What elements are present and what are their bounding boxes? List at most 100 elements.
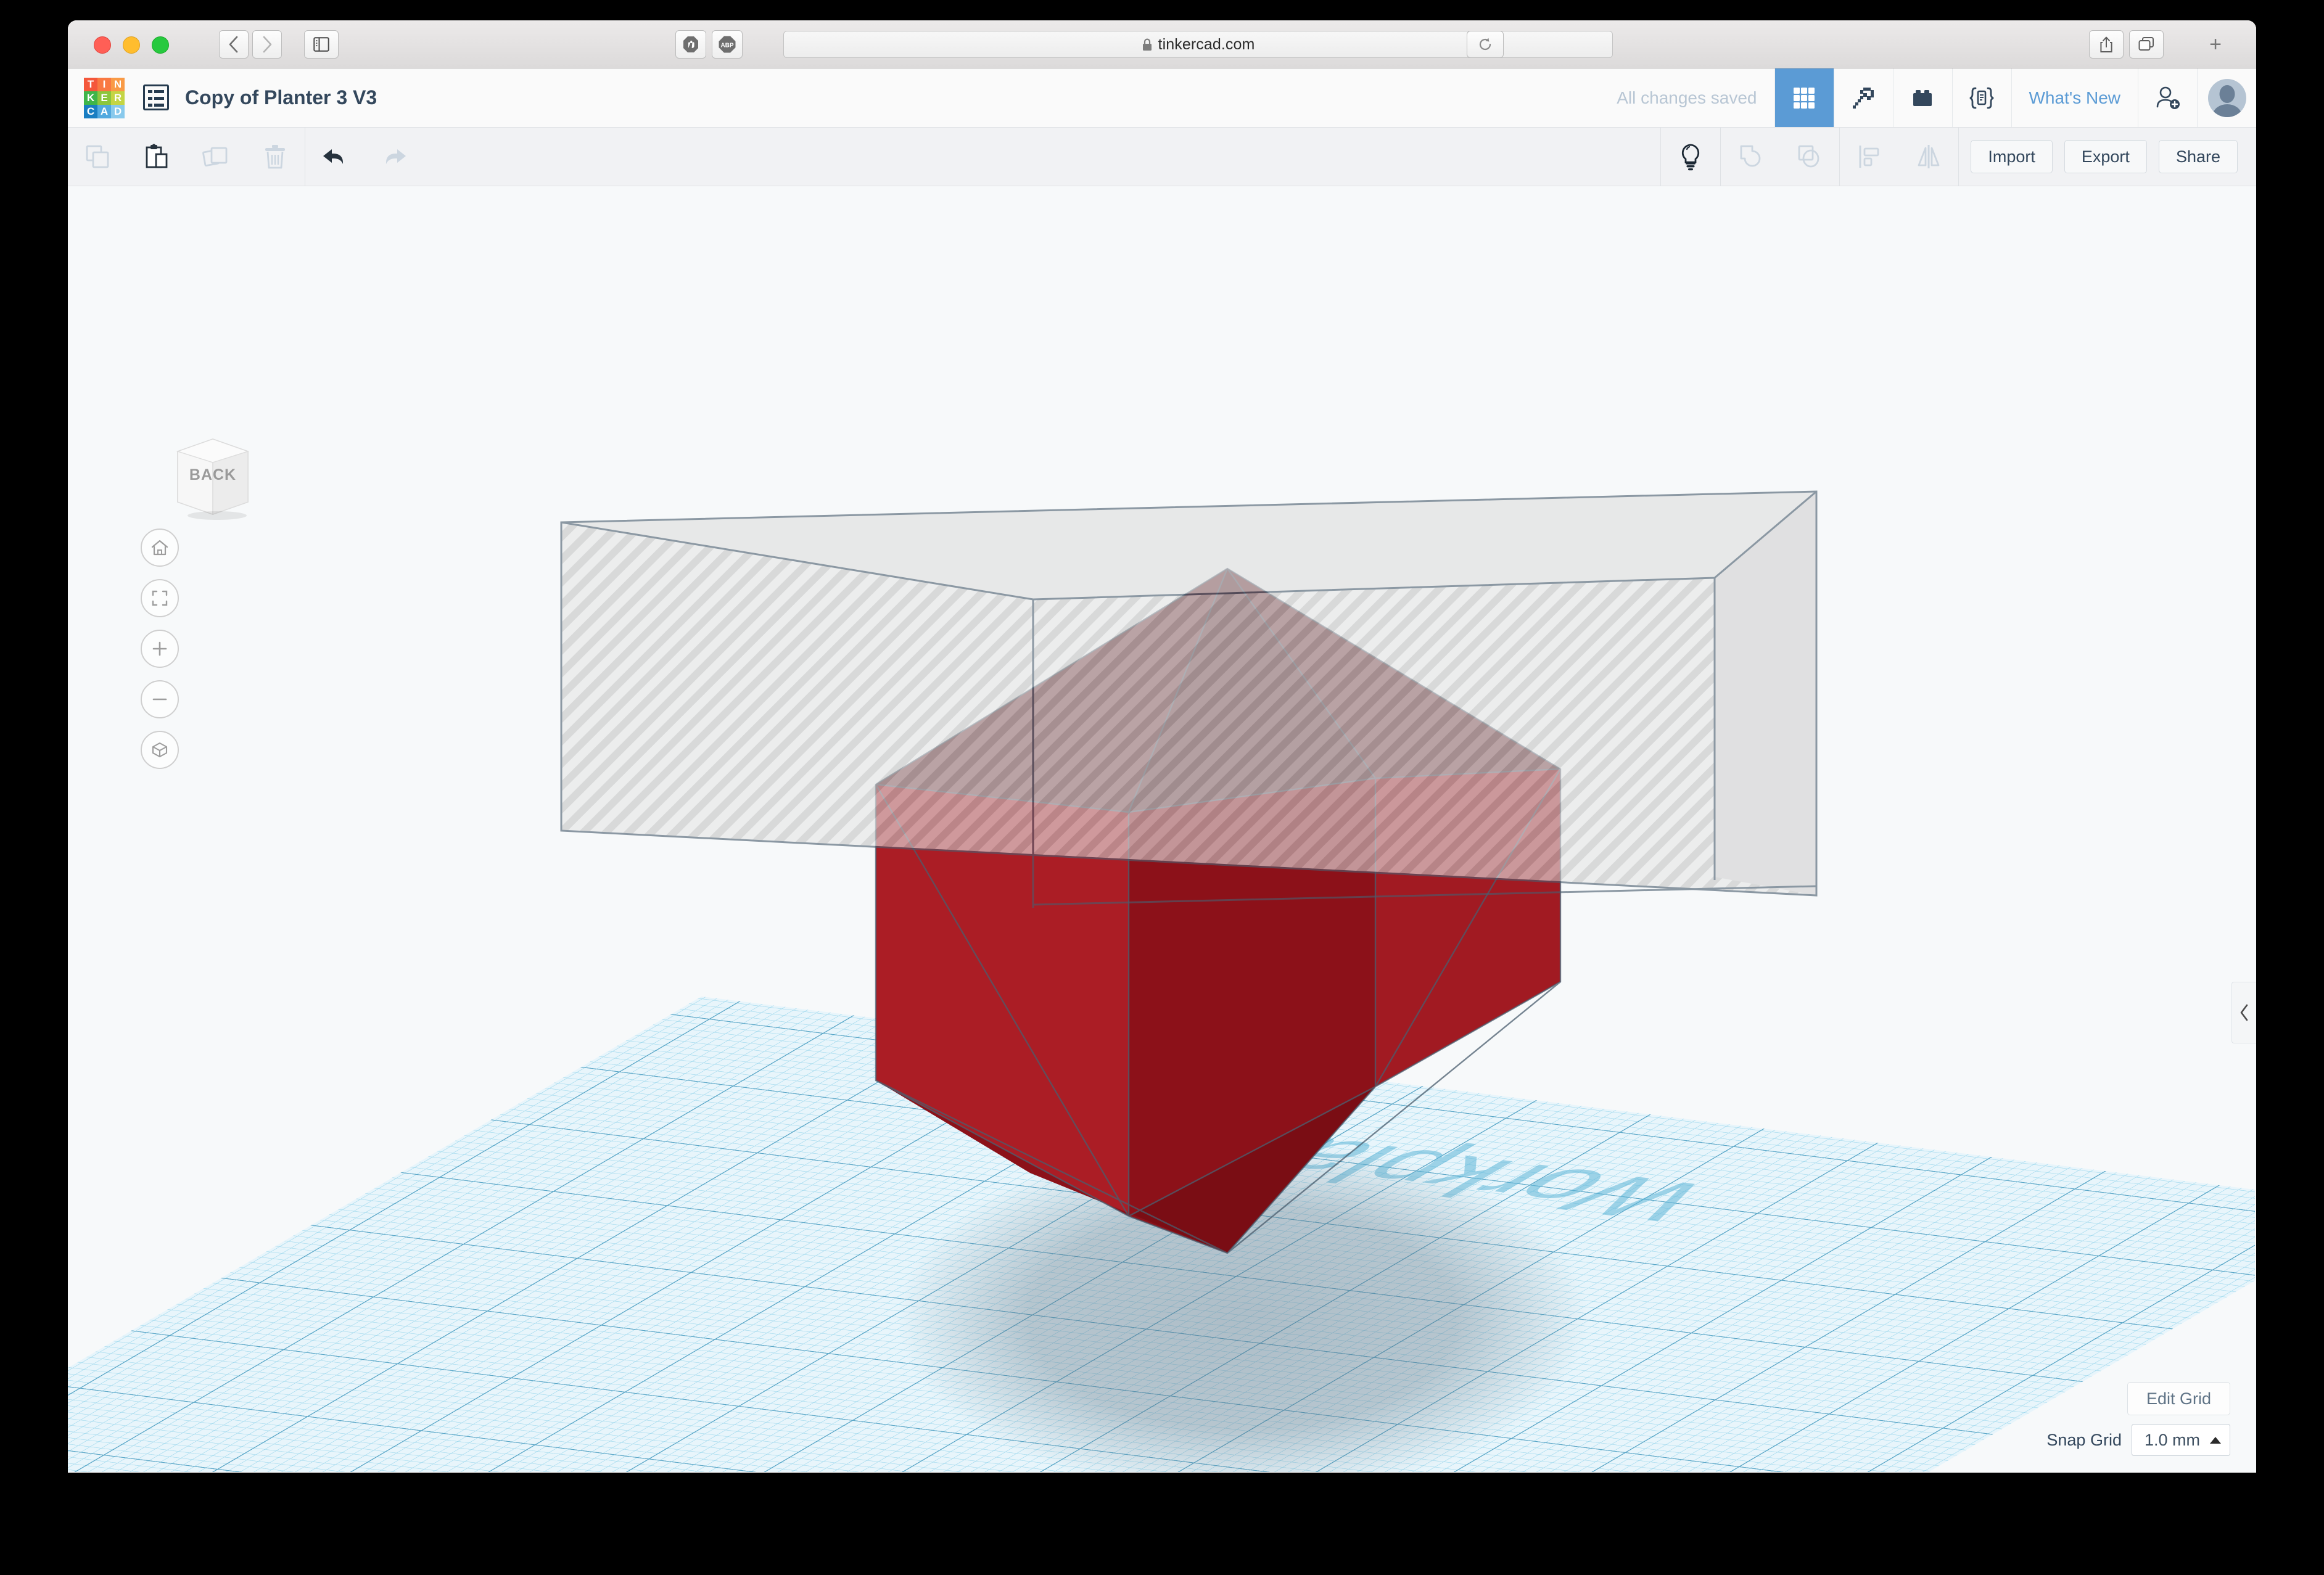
group-button[interactable] bbox=[1721, 128, 1780, 186]
mirror-button[interactable] bbox=[1899, 128, 1958, 186]
browser-window: ABP tinkercad.com + T I N K E R C A D Co… bbox=[68, 20, 2256, 1473]
ungroup-button[interactable] bbox=[1780, 128, 1839, 186]
adblock-plus-extension-button[interactable]: ABP bbox=[712, 30, 743, 59]
home-view-button[interactable] bbox=[141, 528, 179, 567]
codeblocks-icon bbox=[1969, 87, 1994, 109]
snap-grid-label: Snap Grid bbox=[2046, 1430, 2122, 1449]
redo-arrow-icon bbox=[385, 149, 406, 164]
fit-to-view-button[interactable] bbox=[141, 579, 179, 617]
invite-people-button[interactable] bbox=[2138, 68, 2197, 127]
tinkercad-app: TIN KER CAD Copy of Planter 3 V3 All chang… bbox=[68, 68, 2256, 1473]
browser-extensions: ABP bbox=[675, 30, 743, 59]
ortho-perspective-toggle[interactable] bbox=[141, 731, 179, 769]
mirror-icon bbox=[1918, 145, 1940, 168]
redo-button[interactable] bbox=[365, 128, 424, 186]
duplicate-button[interactable] bbox=[186, 128, 245, 186]
zoom-in-button[interactable] bbox=[141, 630, 179, 668]
logo-tile-t: T bbox=[84, 78, 97, 91]
right-panel-toggle[interactable] bbox=[2231, 982, 2256, 1043]
browser-nav-buttons bbox=[219, 30, 282, 59]
duplicate-icon bbox=[202, 147, 228, 167]
hole-box-shape[interactable] bbox=[560, 490, 1818, 908]
url-text: tinkercad.com bbox=[1158, 35, 1255, 53]
adblock-plus-extension-icon: ABP bbox=[719, 36, 736, 53]
add-person-icon bbox=[2156, 86, 2180, 109]
reload-icon bbox=[1479, 38, 1491, 51]
tab-minecraft[interactable] bbox=[1833, 68, 1893, 127]
edit-grid-button[interactable]: Edit Grid bbox=[2127, 1382, 2230, 1415]
logo-tile-d: D bbox=[111, 105, 125, 118]
app-header-right: All changes saved What's New bbox=[1617, 68, 2256, 127]
whats-new-link[interactable]: What's New bbox=[2011, 68, 2138, 127]
design-title[interactable]: Copy of Planter 3 V3 bbox=[185, 86, 377, 109]
browser-forward-button[interactable] bbox=[252, 30, 282, 59]
minus-icon bbox=[152, 698, 167, 701]
view-cube[interactable]: BACK bbox=[167, 428, 259, 520]
plus-icon bbox=[152, 641, 167, 656]
chevron-left-icon bbox=[2240, 1004, 2248, 1021]
export-button[interactable]: Export bbox=[2064, 140, 2147, 173]
snap-grid-value: 1.0 mm bbox=[2144, 1430, 2200, 1449]
undo-button[interactable] bbox=[305, 128, 365, 186]
cube-view-icon bbox=[152, 742, 168, 758]
app-header: TIN KER CAD Copy of Planter 3 V3 All chang… bbox=[68, 68, 2256, 128]
lock-icon bbox=[1142, 38, 1152, 51]
toolbar-divider bbox=[1958, 128, 1959, 186]
pickaxe-minecraft-icon bbox=[1853, 87, 1874, 109]
browser-share-button[interactable] bbox=[2089, 30, 2124, 59]
ungroup-shapes-icon bbox=[1798, 145, 1819, 168]
logo-tile-n: N bbox=[111, 78, 125, 91]
ghostery-extension-icon bbox=[683, 36, 698, 52]
tinkercad-logo[interactable]: TIN KER CAD bbox=[84, 78, 125, 118]
browser-sidebar-toggle[interactable] bbox=[304, 30, 339, 59]
tab-codeblocks[interactable] bbox=[1951, 68, 2011, 127]
ghostery-extension-button[interactable] bbox=[675, 30, 706, 59]
maximize-window-button[interactable] bbox=[152, 36, 169, 54]
user-account-button[interactable] bbox=[2197, 68, 2256, 127]
align-button[interactable] bbox=[1840, 128, 1899, 186]
logo-tile-c: C bbox=[84, 105, 97, 118]
lightbulb-icon bbox=[1682, 144, 1700, 171]
snap-grid-row: Snap Grid 1.0 mm bbox=[2046, 1424, 2230, 1456]
sidebar-toggle-icon bbox=[313, 37, 329, 52]
avatar bbox=[2207, 78, 2246, 117]
caret-up-icon bbox=[2210, 1436, 2221, 1444]
logo-tile-i: I bbox=[97, 78, 111, 91]
chevron-right-icon bbox=[263, 36, 272, 53]
design-canvas[interactable]: Workplane bbox=[68, 186, 2256, 1472]
paste-button[interactable] bbox=[127, 128, 186, 186]
close-window-button[interactable] bbox=[94, 36, 111, 54]
import-button[interactable]: Import bbox=[1971, 140, 2053, 173]
lightbulb-button[interactable] bbox=[1661, 128, 1720, 186]
fit-frame-icon bbox=[152, 590, 168, 606]
save-status-text: All changes saved bbox=[1617, 88, 1757, 107]
svg-text:ABP: ABP bbox=[720, 43, 733, 49]
browser-right-buttons bbox=[2089, 30, 2164, 59]
design-list-icon[interactable] bbox=[143, 84, 169, 110]
browser-back-button[interactable] bbox=[219, 30, 249, 59]
logo-tile-r: R bbox=[111, 91, 125, 105]
trash-icon bbox=[265, 145, 285, 169]
view-navigation-controls bbox=[141, 528, 179, 769]
browser-new-tab-button[interactable]: + bbox=[2198, 30, 2233, 59]
tab-lego-bricks[interactable] bbox=[1892, 68, 1952, 127]
delete-button[interactable] bbox=[245, 128, 305, 186]
browser-show-tabs-button[interactable] bbox=[2129, 30, 2164, 59]
minimize-window-button[interactable] bbox=[123, 36, 140, 54]
copy-button[interactable] bbox=[68, 128, 127, 186]
snap-grid-select[interactable]: 1.0 mm bbox=[2131, 1424, 2230, 1456]
browser-reload-button[interactable] bbox=[1467, 31, 1504, 58]
new-tab-label: + bbox=[2209, 33, 2222, 56]
share-button[interactable]: Share bbox=[2158, 140, 2238, 173]
group-shapes-icon bbox=[1740, 145, 1761, 167]
history-tools-group bbox=[305, 128, 424, 186]
zoom-out-button[interactable] bbox=[141, 680, 179, 718]
tab-3d-designs[interactable] bbox=[1774, 68, 1834, 127]
undo-arrow-icon bbox=[323, 149, 344, 164]
workplane-3d-scene: Workplane bbox=[68, 186, 2256, 1472]
paste-icon bbox=[146, 144, 168, 168]
browser-chrome-bar: ABP tinkercad.com + bbox=[68, 20, 2256, 68]
edit-tools-group bbox=[68, 128, 305, 186]
chevron-left-icon bbox=[229, 36, 238, 53]
scene-svg: Workplane bbox=[68, 490, 2256, 1472]
